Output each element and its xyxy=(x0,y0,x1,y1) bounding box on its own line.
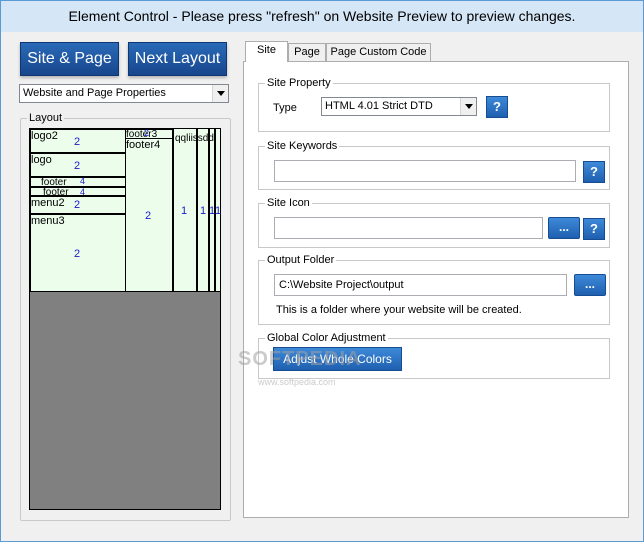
cell-count: 1 xyxy=(200,205,207,217)
layout-cell-footer[interactable]: footer xyxy=(30,177,126,187)
tab-site[interactable]: Site xyxy=(245,41,288,62)
site-icon-help-button[interactable]: ? xyxy=(583,218,605,240)
next-layout-button[interactable]: Next Layout xyxy=(128,42,227,76)
ellipsis-icon: ... xyxy=(558,220,569,234)
chevron-down-icon[interactable] xyxy=(460,98,476,115)
group-title: Global Color Adjustment xyxy=(265,331,388,345)
site-keywords-help-button[interactable]: ? xyxy=(583,161,605,183)
chevron-down-icon[interactable] xyxy=(212,85,228,102)
cell-count: 2 xyxy=(74,160,81,172)
cell-label: logo xyxy=(31,154,52,166)
output-folder-browse-button[interactable]: ... xyxy=(574,274,606,296)
group-title: Site Property xyxy=(265,76,333,90)
tab-page[interactable]: Page xyxy=(288,43,326,62)
narrow-columns-label: qqliissdd xyxy=(175,133,214,144)
layout-cell-footer[interactable]: footer xyxy=(30,187,126,196)
cell-count: 2 xyxy=(144,128,150,138)
column-divider xyxy=(196,129,198,292)
cell-label: logo2 xyxy=(31,130,58,142)
output-folder-note: This is a folder where your website will… xyxy=(276,304,522,316)
cell-label: menu2 xyxy=(31,197,65,209)
window-title: Element Control - Please press "refresh"… xyxy=(68,8,576,24)
ellipsis-icon: ... xyxy=(584,277,595,291)
site-page-button[interactable]: Site & Page xyxy=(20,42,119,76)
cell-label: footer4 xyxy=(126,139,161,151)
properties-select[interactable]: Website and Page Properties xyxy=(19,84,229,103)
output-folder-input[interactable]: C:\Website Project\output xyxy=(274,274,567,296)
doctype-select-value: HTML 4.01 Strict DTD xyxy=(325,100,433,112)
type-label: Type xyxy=(273,102,297,114)
cell-count: 2 xyxy=(74,136,81,148)
site-icon-browse-button[interactable]: ... xyxy=(548,217,580,239)
properties-select-value: Website and Page Properties xyxy=(23,87,166,99)
column-divider xyxy=(172,129,174,292)
group-title: Output Folder xyxy=(265,253,337,267)
layout-area: logo2 2 logo 2 footer 4 footer 4 menu2 2… xyxy=(30,128,222,292)
title-bar: Element Control - Please press "refresh"… xyxy=(1,1,643,32)
help-icon: ? xyxy=(590,221,598,236)
cell-count: 2 xyxy=(145,210,152,222)
cell-label: footer xyxy=(41,177,67,187)
site-property-help-button[interactable]: ? xyxy=(486,96,508,118)
layout-canvas[interactable]: logo2 2 logo 2 footer 4 footer 4 menu2 2… xyxy=(29,128,221,510)
tab-page-custom-code[interactable]: Page Custom Code xyxy=(326,43,431,62)
cell-label: footer3 xyxy=(126,129,158,139)
layout-label: Layout xyxy=(27,111,65,125)
watermark-url: www.softpedia.com xyxy=(258,377,336,387)
cell-count: 2 xyxy=(74,248,81,260)
help-icon: ? xyxy=(493,99,501,114)
watermark-logo: SOFTPEDIA xyxy=(238,348,362,370)
cell-count: 2 xyxy=(74,199,81,211)
cell-label: footer xyxy=(43,187,69,196)
cell-count: 1 xyxy=(181,205,188,217)
cell-label: menu3 xyxy=(31,215,65,227)
cell-count: 1 xyxy=(215,205,222,217)
help-icon: ? xyxy=(590,164,598,179)
doctype-select[interactable]: HTML 4.01 Strict DTD xyxy=(321,97,477,116)
group-title: Site Icon xyxy=(265,196,312,210)
site-icon-input[interactable] xyxy=(274,217,543,239)
group-title: Site Keywords xyxy=(265,139,340,153)
site-keywords-input[interactable] xyxy=(274,160,576,182)
